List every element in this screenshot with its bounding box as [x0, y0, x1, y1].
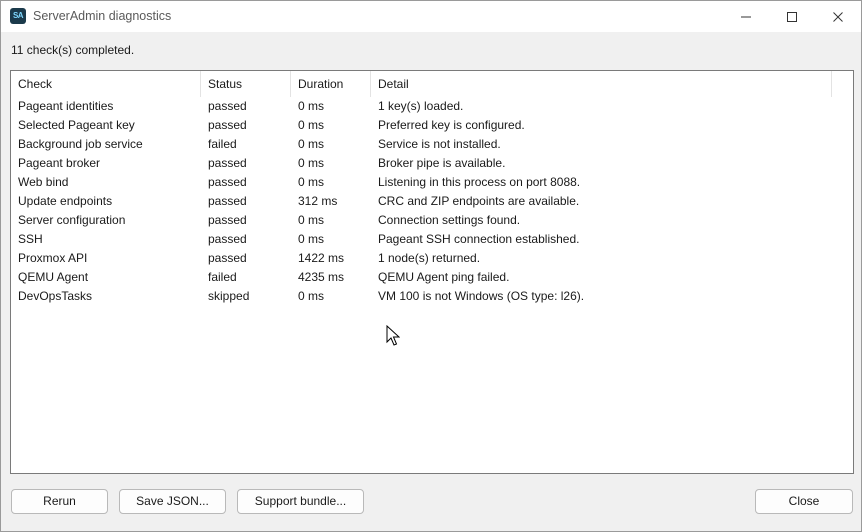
app-icon: SA [10, 8, 26, 24]
table-row[interactable]: Server configuration passed 0 ms Connection… [11, 211, 853, 230]
window-title: ServerAdmin diagnostics [33, 9, 172, 23]
maximize-icon [787, 11, 797, 22]
table-row[interactable]: Web bind passed 0 ms Listening in this proc… [11, 173, 853, 192]
check-cell: Update endpoints [18, 194, 113, 208]
duration-cell: 312 ms [298, 194, 338, 208]
table-row[interactable]: Pageant broker passed 0 ms Broker pipe is a… [11, 154, 853, 173]
duration-cell: 0 ms [298, 175, 325, 189]
support-bundle-button[interactable]: Support bundle... [237, 489, 364, 514]
detail-cell: QEMU Agent ping failed. [378, 270, 510, 284]
detail-cell: VM 100 is not Windows (OS type: l26). [378, 289, 585, 303]
column-header-duration[interactable]: Duration [291, 71, 371, 97]
close-button[interactable]: Close [755, 489, 853, 514]
diagnostics-list[interactable]: Check Status Duration Detail Pageant ide… [10, 70, 854, 474]
detail-cell: 1 node(s) returned. [378, 251, 481, 265]
table-row[interactable]: QEMU Agent failed 4235 ms QEMU Agent ping f… [11, 268, 853, 287]
column-header-check[interactable]: Check [11, 71, 201, 97]
minimize-icon [741, 16, 751, 17]
diagnostics-window: SA ServerAdmin diagnostics 11 check(s) c… [0, 0, 862, 532]
title-bar[interactable]: SA ServerAdmin diagnostics [1, 1, 861, 32]
rerun-button[interactable]: Rerun [11, 489, 108, 514]
check-cell: Background job service [18, 137, 143, 151]
table-row[interactable]: Selected Pageant key passed 0 ms Preferred … [11, 116, 853, 135]
status-cell: failed [208, 270, 237, 284]
status-cell: passed [208, 251, 247, 265]
detail-cell: Preferred key is configured. [378, 118, 525, 132]
check-cell: Web bind [18, 175, 69, 189]
check-cell: Proxmox API [18, 251, 88, 265]
status-cell: passed [208, 194, 247, 208]
table-row[interactable]: Pageant identities passed 0 ms 1 key(s) loa… [11, 97, 853, 116]
check-cell: Pageant broker [18, 156, 101, 170]
table-row[interactable]: SSH passed 0 ms Pageant SSH connection esta… [11, 230, 853, 249]
list-header: Check Status Duration Detail [11, 71, 853, 97]
check-cell: Pageant identities [18, 99, 114, 113]
duration-cell: 1422 ms [298, 251, 345, 265]
check-cell: Server configuration [18, 213, 126, 227]
status-cell: passed [208, 232, 247, 246]
column-header-status[interactable]: Status [201, 71, 291, 97]
duration-cell: 0 ms [298, 137, 325, 151]
column-header-detail[interactable]: Detail [371, 71, 832, 97]
duration-cell: 0 ms [298, 232, 325, 246]
status-cell: failed [208, 137, 237, 151]
detail-cell: Connection settings found. [378, 213, 521, 227]
check-cell: DevOpsTasks [18, 289, 93, 303]
status-cell: passed [208, 175, 247, 189]
check-cell: Selected Pageant key [18, 118, 135, 132]
status-cell: passed [208, 118, 247, 132]
status-cell: skipped [208, 289, 250, 303]
detail-cell: Broker pipe is available. [378, 156, 506, 170]
duration-cell: 0 ms [298, 213, 325, 227]
detail-cell: Listening in this process on port 8088. [378, 175, 581, 189]
close-icon [833, 11, 843, 22]
duration-cell: 0 ms [298, 118, 325, 132]
status-cell: passed [208, 156, 247, 170]
minimize-button[interactable] [723, 1, 769, 32]
list-rows: Pageant identities passed 0 ms 1 key(s) loa… [11, 97, 853, 306]
table-row[interactable]: Background job service failed 0 ms Service … [11, 135, 853, 154]
status-cell: passed [208, 99, 247, 113]
summary-text: 11 check(s) completed. [11, 43, 135, 57]
close-window-button[interactable] [815, 1, 861, 32]
status-cell: passed [208, 213, 247, 227]
detail-cell: Service is not installed. [378, 137, 501, 151]
duration-cell: 4235 ms [298, 270, 345, 284]
duration-cell: 0 ms [298, 99, 325, 113]
check-cell: SSH [18, 232, 43, 246]
detail-cell: Pageant SSH connection established. [378, 232, 580, 246]
mouse-cursor-icon [386, 325, 400, 346]
table-row[interactable]: DevOpsTasks skipped 0 ms VM 100 is not Wind… [11, 287, 853, 306]
check-cell: QEMU Agent [18, 270, 89, 284]
detail-cell: 1 key(s) loaded. [378, 99, 464, 113]
table-row[interactable]: Proxmox API passed 1422 ms 1 node(s) return… [11, 249, 853, 268]
save-json-button[interactable]: Save JSON... [119, 489, 226, 514]
table-row[interactable]: Update endpoints passed 312 ms CRC and ZIP … [11, 192, 853, 211]
duration-cell: 0 ms [298, 156, 325, 170]
detail-cell: CRC and ZIP endpoints are available. [378, 194, 580, 208]
duration-cell: 0 ms [298, 289, 325, 303]
maximize-button[interactable] [769, 1, 815, 32]
